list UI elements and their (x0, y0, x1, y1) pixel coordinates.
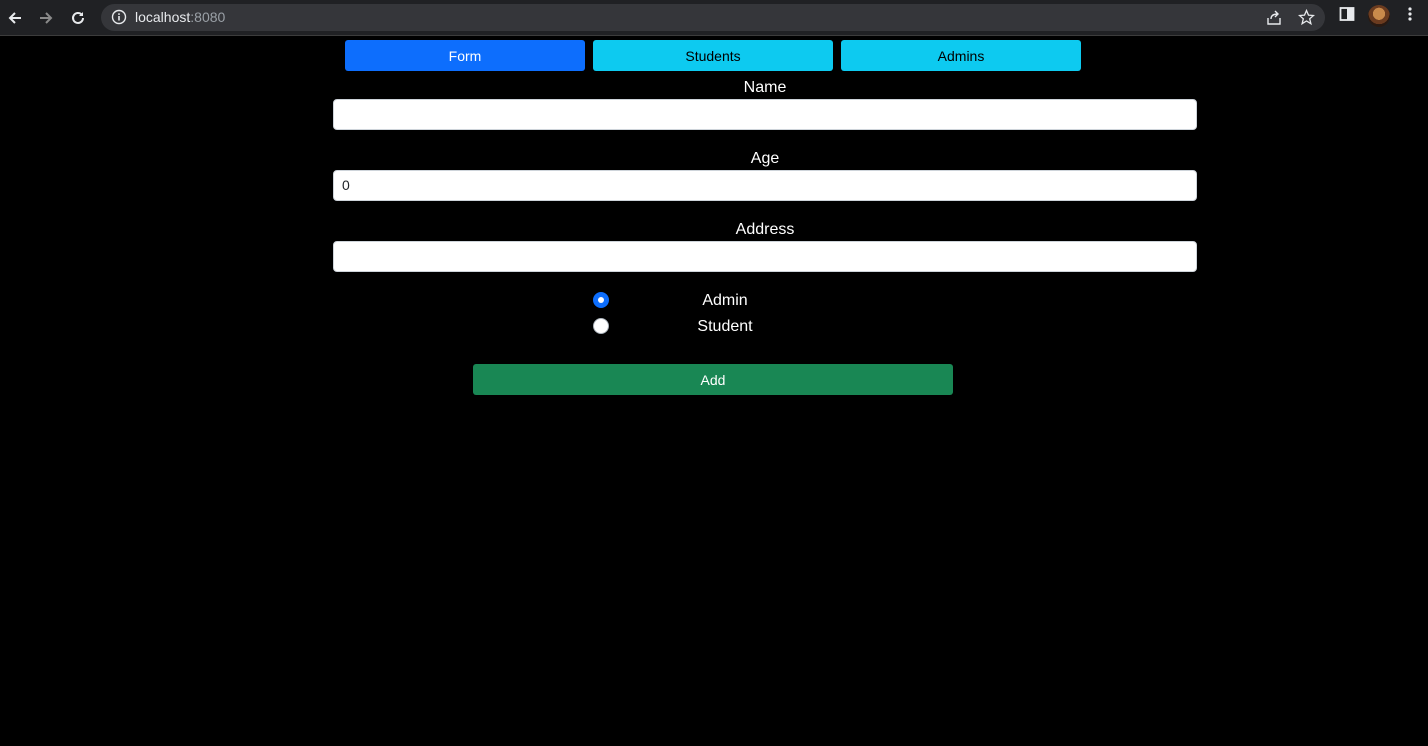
app-page: Form Students Admins Name Age 0 Address … (0, 36, 1428, 746)
name-input[interactable] (333, 99, 1197, 130)
side-panel-icon[interactable] (1339, 6, 1355, 27)
back-icon[interactable] (3, 6, 27, 30)
tab-admins[interactable]: Admins (841, 40, 1081, 71)
url-port: :8080 (190, 9, 226, 25)
tab-form[interactable]: Form (345, 40, 585, 71)
age-input[interactable]: 0 (333, 170, 1197, 201)
browser-toolbar: localhost:8080 (0, 0, 1428, 36)
address-bar[interactable]: localhost:8080 (101, 4, 1325, 31)
site-info-icon[interactable] (111, 9, 127, 30)
reload-icon[interactable] (66, 6, 90, 30)
name-label: Name (743, 79, 787, 96)
add-button[interactable]: Add (473, 364, 953, 395)
url-host: localhost (135, 9, 191, 25)
more-menu-icon[interactable] (1402, 6, 1418, 27)
url-text: localhost:8080 (135, 9, 225, 26)
admin-radio[interactable] (593, 292, 609, 308)
profile-avatar[interactable] (1368, 5, 1390, 27)
student-radio[interactable] (593, 318, 609, 334)
share-icon[interactable] (1266, 9, 1283, 31)
admin-radio-label[interactable]: Admin (665, 291, 785, 310)
address-input[interactable] (333, 241, 1197, 272)
address-label: Address (735, 221, 795, 238)
bookmark-star-icon[interactable] (1297, 8, 1316, 31)
age-label: Age (750, 150, 780, 167)
forward-icon[interactable] (34, 6, 58, 30)
student-radio-label[interactable]: Student (665, 317, 785, 336)
tab-students[interactable]: Students (593, 40, 833, 71)
